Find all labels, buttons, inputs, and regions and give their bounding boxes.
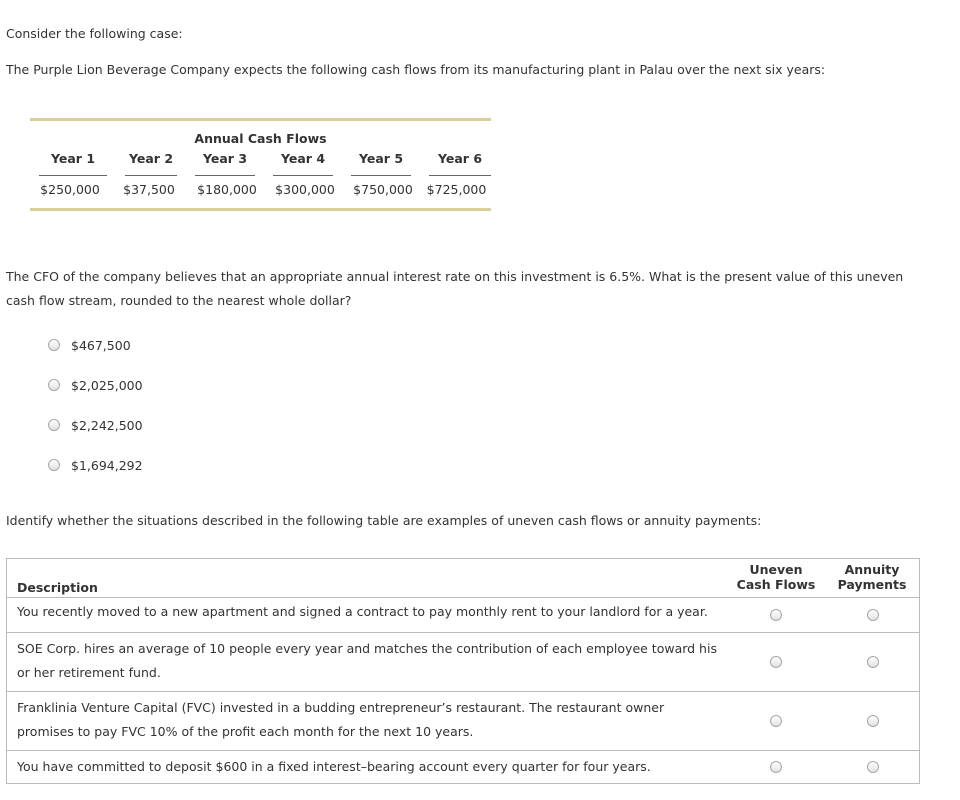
cash-flow-value: $725,000 (426, 181, 487, 197)
classification-table: Description Uneven Cash Flows Annuity Pa… (6, 558, 920, 784)
row-description: You recently moved to a new apartment an… (17, 604, 708, 619)
radio-button[interactable] (48, 379, 60, 391)
question-text: The CFO of the company believes that an … (6, 269, 904, 308)
annuity-payments-radio[interactable] (867, 761, 879, 773)
cash-flow-value: $250,000 (40, 181, 100, 197)
year-header: Year 5 (351, 151, 411, 176)
annuity-payments-radio[interactable] (867, 715, 879, 727)
cash-flow-value: $750,000 (353, 181, 413, 197)
answer-option[interactable]: $2,242,500 (48, 415, 143, 435)
year-header: Year 4 (273, 151, 333, 176)
cash-flow-value: $180,000 (197, 181, 257, 197)
description-header: Description (17, 580, 98, 595)
row-description: SOE Corp. hires an average of 10 people … (17, 641, 717, 680)
table-row: You recently moved to a new apartment an… (7, 597, 919, 632)
cash-flow-table-title: Annual Cash Flows (194, 131, 327, 146)
year-header: Year 3 (195, 151, 255, 176)
annuity-payments-radio[interactable] (867, 656, 879, 668)
intro-text: Consider the following case: (6, 26, 183, 41)
table-bottom-rule (30, 208, 491, 211)
cash-flow-value: $37,500 (123, 181, 175, 197)
identify-text: Identify whether the situations describe… (6, 513, 762, 528)
answer-option[interactable]: $1,694,292 (48, 455, 143, 475)
table-top-rule (30, 118, 491, 121)
annuity-payments-radio[interactable] (867, 609, 879, 621)
table-row: Franklinia Venture Capital (FVC) investe… (7, 691, 919, 750)
option-label: $2,025,000 (71, 377, 143, 393)
year-header: Year 6 (429, 151, 491, 176)
row-description: Franklinia Venture Capital (FVC) investe… (17, 700, 665, 739)
table-header-row: Description Uneven Cash Flows Annuity Pa… (7, 559, 919, 597)
option-label: $2,242,500 (71, 417, 143, 433)
uneven-cash-flows-radio[interactable] (770, 715, 782, 727)
table-row: You have committed to deposit $600 in a … (7, 750, 919, 783)
answer-option[interactable]: $467,500 (48, 335, 131, 355)
radio-button[interactable] (48, 419, 60, 431)
annuity-payments-header: Annuity Payments (837, 562, 907, 592)
year-header: Year 2 (125, 151, 177, 176)
year-header: Year 1 (39, 151, 107, 176)
uneven-cash-flows-radio[interactable] (770, 656, 782, 668)
option-label: $1,694,292 (71, 457, 143, 473)
row-description: You have committed to deposit $600 in a … (17, 759, 651, 774)
option-label: $467,500 (71, 337, 131, 353)
table-row: SOE Corp. hires an average of 10 people … (7, 632, 919, 691)
cash-flow-table: Annual Cash Flows Year 1 Year 2 Year 3 Y… (30, 118, 491, 211)
cash-flow-value: $300,000 (275, 181, 335, 197)
radio-button[interactable] (48, 339, 60, 351)
case-text: The Purple Lion Beverage Company expects… (6, 62, 826, 77)
uneven-cash-flows-radio[interactable] (770, 609, 782, 621)
radio-button[interactable] (48, 459, 60, 471)
answer-option[interactable]: $2,025,000 (48, 375, 143, 395)
uneven-cash-flows-header: Uneven Cash Flows (736, 562, 816, 592)
uneven-cash-flows-radio[interactable] (770, 761, 782, 773)
